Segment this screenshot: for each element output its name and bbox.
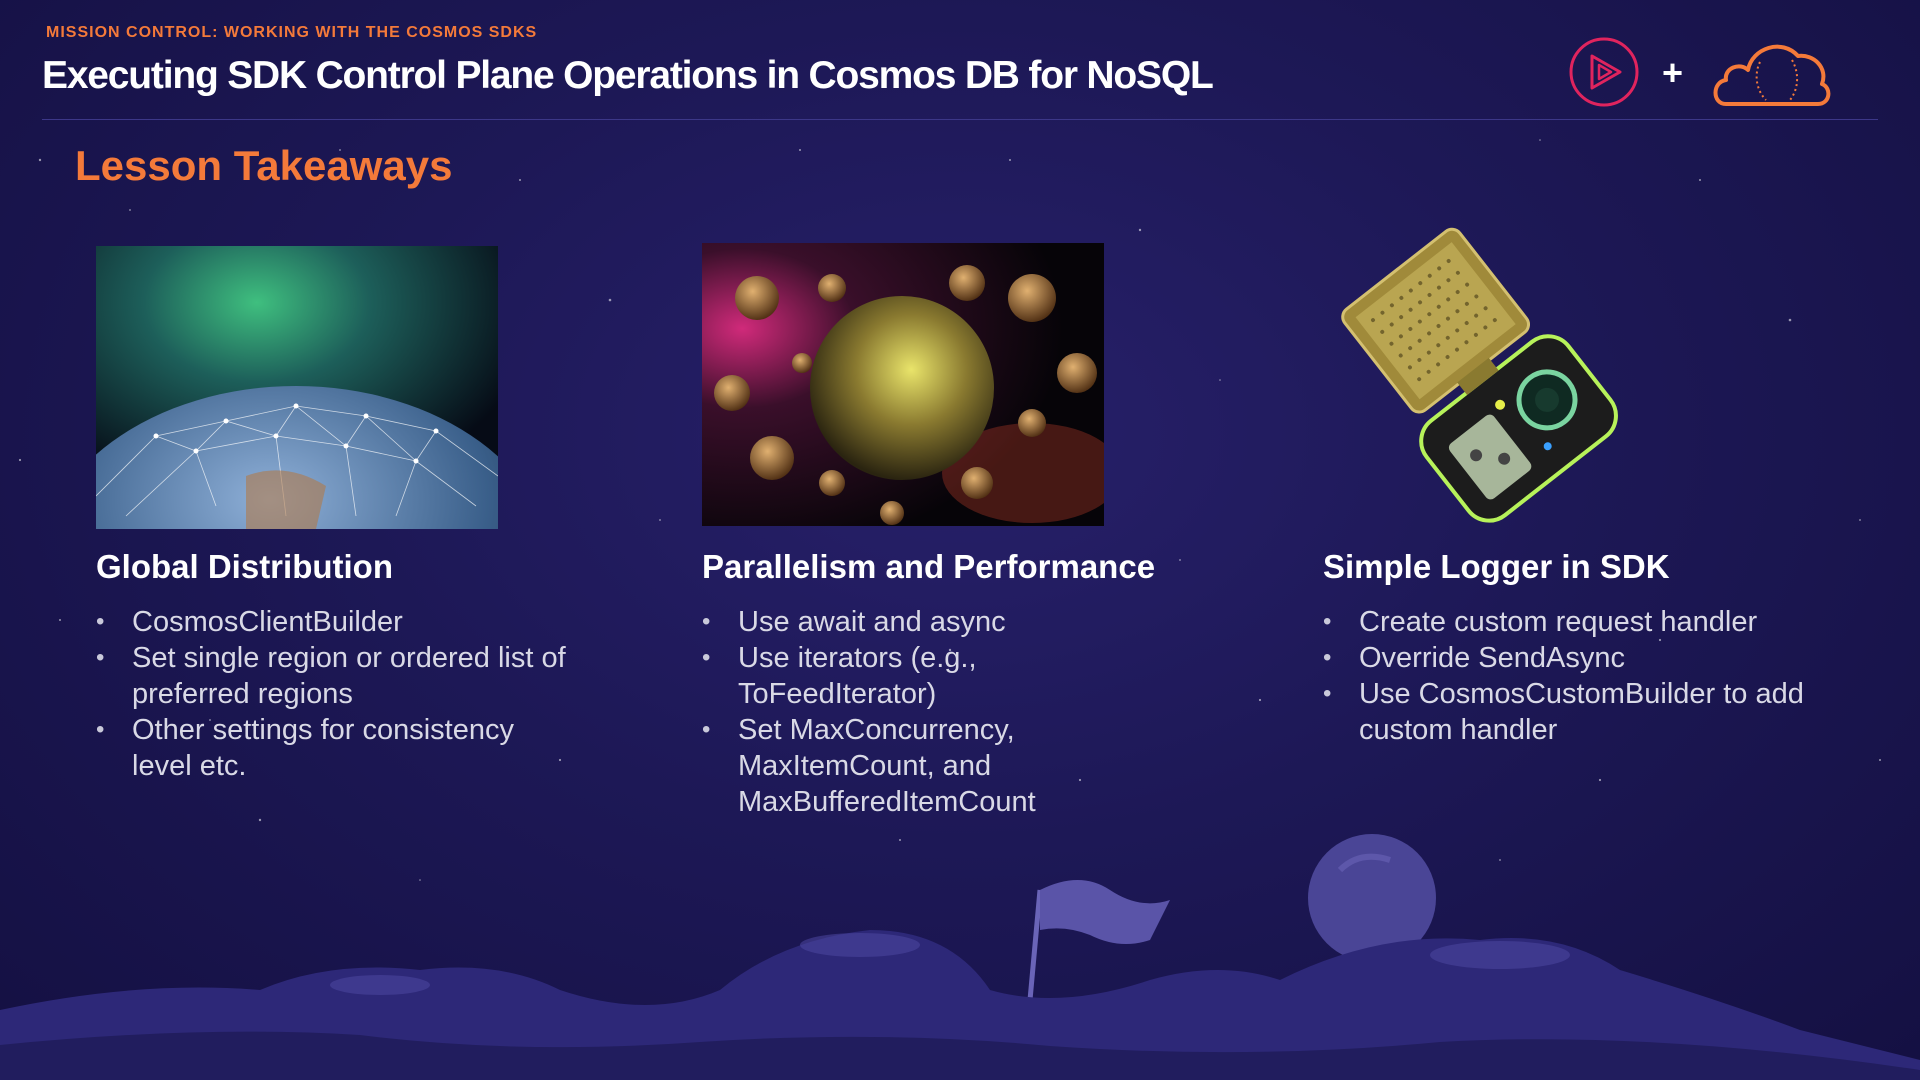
list-item: Use CosmosCustomBuilder to add custom ha…	[1323, 676, 1843, 748]
cloud-logo-icon	[1713, 44, 1831, 106]
plus-sign: +	[1662, 52, 1684, 93]
list-item: Use await and async	[702, 604, 1122, 640]
planets-image	[702, 243, 1104, 526]
play-logo-icon	[1569, 37, 1639, 107]
list-item: Create custom request handler	[1323, 604, 1843, 640]
earth-network-image	[96, 246, 498, 529]
list-item: Set MaxConcurrency, MaxItemCount, and Ma…	[702, 712, 1122, 820]
list-item: Use iterators (e.g., ToFeedIterator)	[702, 640, 1122, 712]
header-divider	[42, 119, 1878, 120]
section-title: Lesson Takeaways	[75, 142, 453, 189]
column-title-global-distribution: Global Distribution	[96, 548, 393, 585]
global-distribution-list: CosmosClientBuilder Set single region or…	[96, 604, 576, 784]
page-title: Executing SDK Control Plane Operations i…	[42, 54, 1214, 97]
list-item: CosmosClientBuilder	[96, 604, 576, 640]
list-item: Set single region or ordered list of pre…	[96, 640, 576, 712]
list-item: Override SendAsync	[1323, 640, 1843, 676]
list-item: Other settings for consistency level etc…	[96, 712, 576, 784]
parallelism-list: Use await and async Use iterators (e.g.,…	[702, 604, 1122, 820]
column-title-parallelism: Parallelism and Performance	[702, 548, 1156, 585]
header-kicker: MISSION CONTROL: WORKING WITH THE COSMOS…	[46, 24, 538, 41]
column-title-simple-logger: Simple Logger in SDK	[1323, 548, 1670, 585]
communicator-image	[1341, 227, 1618, 523]
simple-logger-list: Create custom request handler Override S…	[1323, 604, 1843, 748]
moon-landscape-illustration	[0, 834, 1920, 1080]
